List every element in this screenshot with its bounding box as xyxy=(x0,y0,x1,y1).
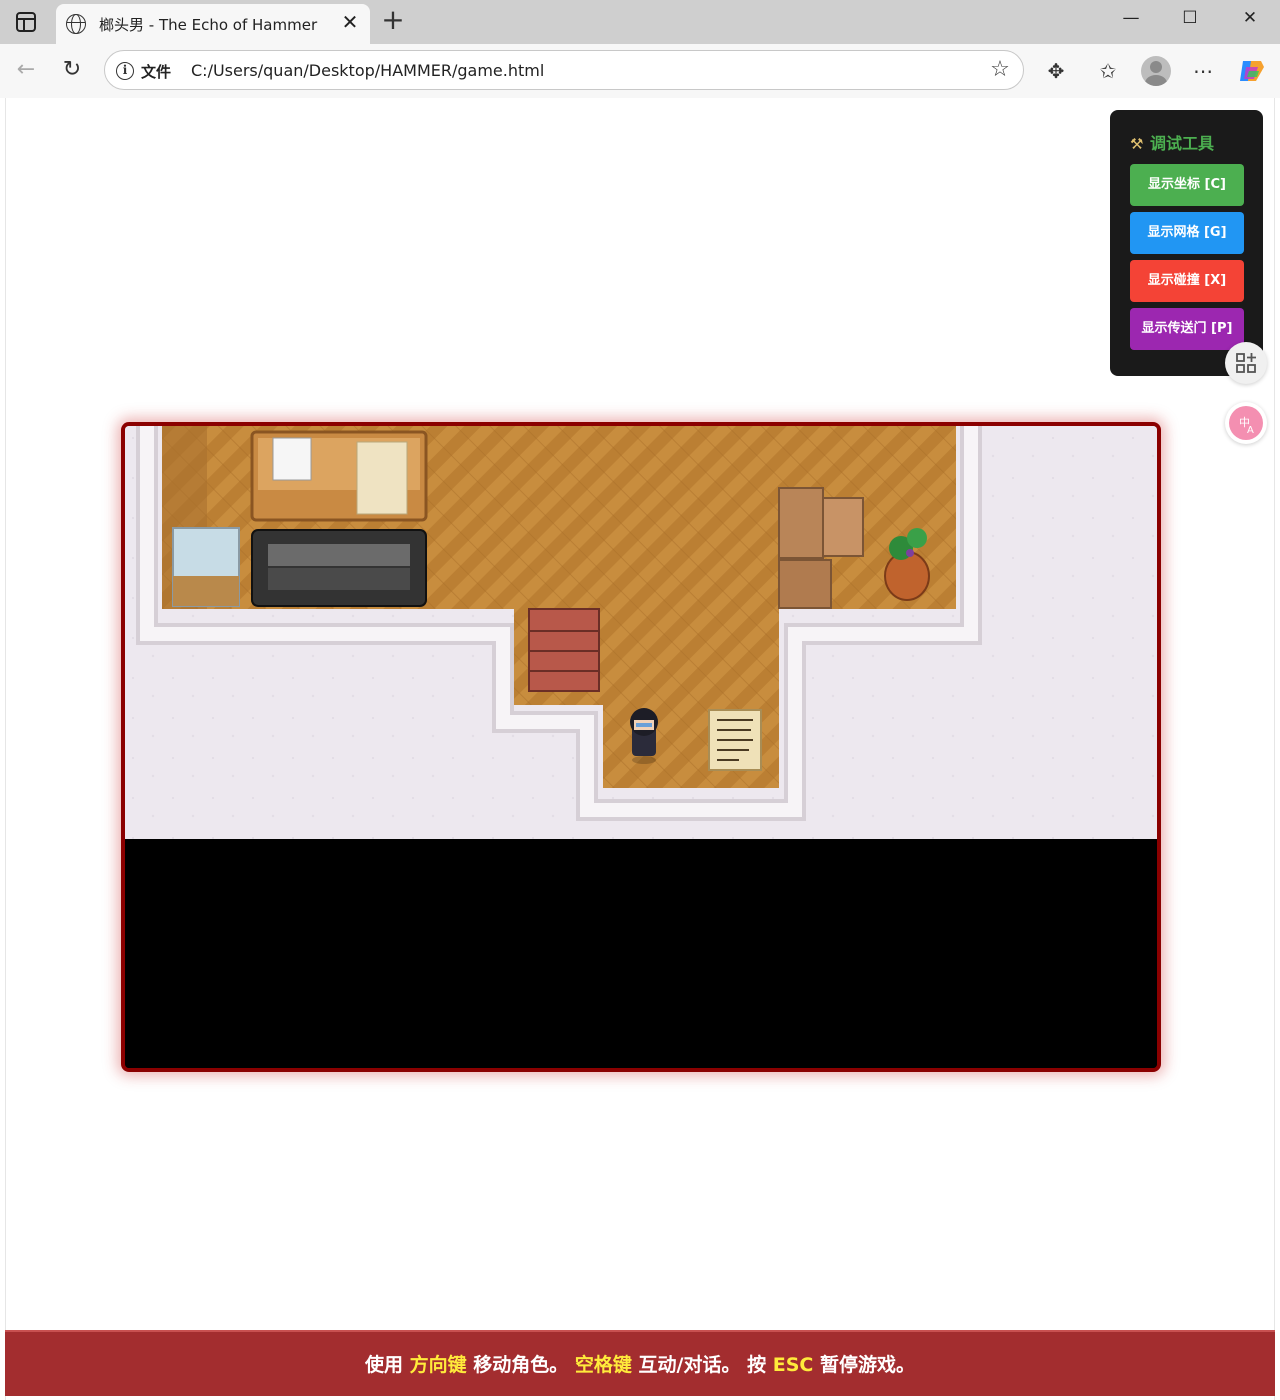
favorites-icon[interactable]: ✩ xyxy=(1094,57,1122,85)
svg-text:A: A xyxy=(1247,425,1254,436)
close-icon[interactable]: ✕ xyxy=(338,10,362,34)
back-arrow-icon[interactable]: ← xyxy=(12,57,40,85)
tools-icon: ⚒ xyxy=(1130,135,1144,153)
avatar[interactable] xyxy=(1141,56,1171,86)
hint-key-space: 空格键 xyxy=(574,1354,632,1376)
debug-title-text: 调试工具 xyxy=(1150,134,1215,153)
globe-icon xyxy=(66,14,86,34)
info-icon[interactable]: i xyxy=(116,62,134,80)
show-grid-button[interactable]: 显示网格 [G] xyxy=(1130,212,1244,254)
show-collision-button[interactable]: 显示碰撞 [X] xyxy=(1130,260,1244,302)
game-canvas[interactable] xyxy=(121,422,1161,1072)
hint-key-arrows: 方向键 xyxy=(409,1354,467,1376)
star-icon[interactable]: ☆ xyxy=(987,57,1013,83)
copilot-icon[interactable] xyxy=(1237,57,1267,85)
maximize-icon[interactable]: ☐ xyxy=(1170,6,1210,34)
hint-text-3: 互动/对话。 按 xyxy=(631,1354,773,1376)
minimize-icon[interactable]: — xyxy=(1111,6,1151,34)
tab-actions-icon[interactable] xyxy=(16,12,36,32)
address-scheme-label: 文件 xyxy=(141,63,172,81)
debug-panel: ⚒ 调试工具 显示坐标 [C] 显示网格 [G] 显示碰撞 [X] 显示传送门 [… xyxy=(1110,110,1263,376)
active-tab[interactable]: 榔头男 - The Echo of Hammer ✕ xyxy=(56,4,370,44)
dialogue-area xyxy=(125,839,1157,1068)
browser-toolbar: ← ↻ i 文件 C:/Users/quan/Desktop/HAMMER/ga… xyxy=(0,44,1280,98)
controls-hint-bar: 使用 方向键 移动角色。 空格键 互动/对话。 按 ESC 暂停游戏。 xyxy=(5,1330,1275,1396)
address-bar[interactable]: i 文件 C:/Users/quan/Desktop/HAMMER/game.h… xyxy=(104,50,1024,90)
hint-text-1: 使用 xyxy=(365,1354,410,1376)
apps-icon[interactable] xyxy=(1225,342,1267,384)
translate-icon[interactable]: 中 A xyxy=(1225,402,1267,444)
extensions-icon[interactable]: ✥ xyxy=(1042,57,1070,85)
tab-strip: 榔头男 - The Echo of Hammer ✕ + — ☐ ✕ xyxy=(0,0,1280,44)
more-icon[interactable]: ⋯ xyxy=(1189,57,1217,85)
url-text[interactable]: C:/Users/quan/Desktop/HAMMER/game.html xyxy=(191,61,544,80)
room-scene xyxy=(125,426,1157,839)
debug-panel-title: ⚒ 调试工具 xyxy=(1130,130,1214,154)
hint-key-esc: ESC xyxy=(772,1354,814,1376)
reload-icon[interactable]: ↻ xyxy=(58,57,86,85)
tab-title: 榔头男 - The Echo of Hammer xyxy=(99,16,318,34)
plus-icon[interactable]: + xyxy=(380,6,406,34)
show-coords-button[interactable]: 显示坐标 [C] xyxy=(1130,164,1244,206)
hint-text-4: 暂停游戏。 xyxy=(813,1354,915,1376)
hint-text-2: 移动角色。 xyxy=(466,1354,575,1376)
window-close-icon[interactable]: ✕ xyxy=(1230,6,1270,34)
game-map xyxy=(125,426,1157,839)
